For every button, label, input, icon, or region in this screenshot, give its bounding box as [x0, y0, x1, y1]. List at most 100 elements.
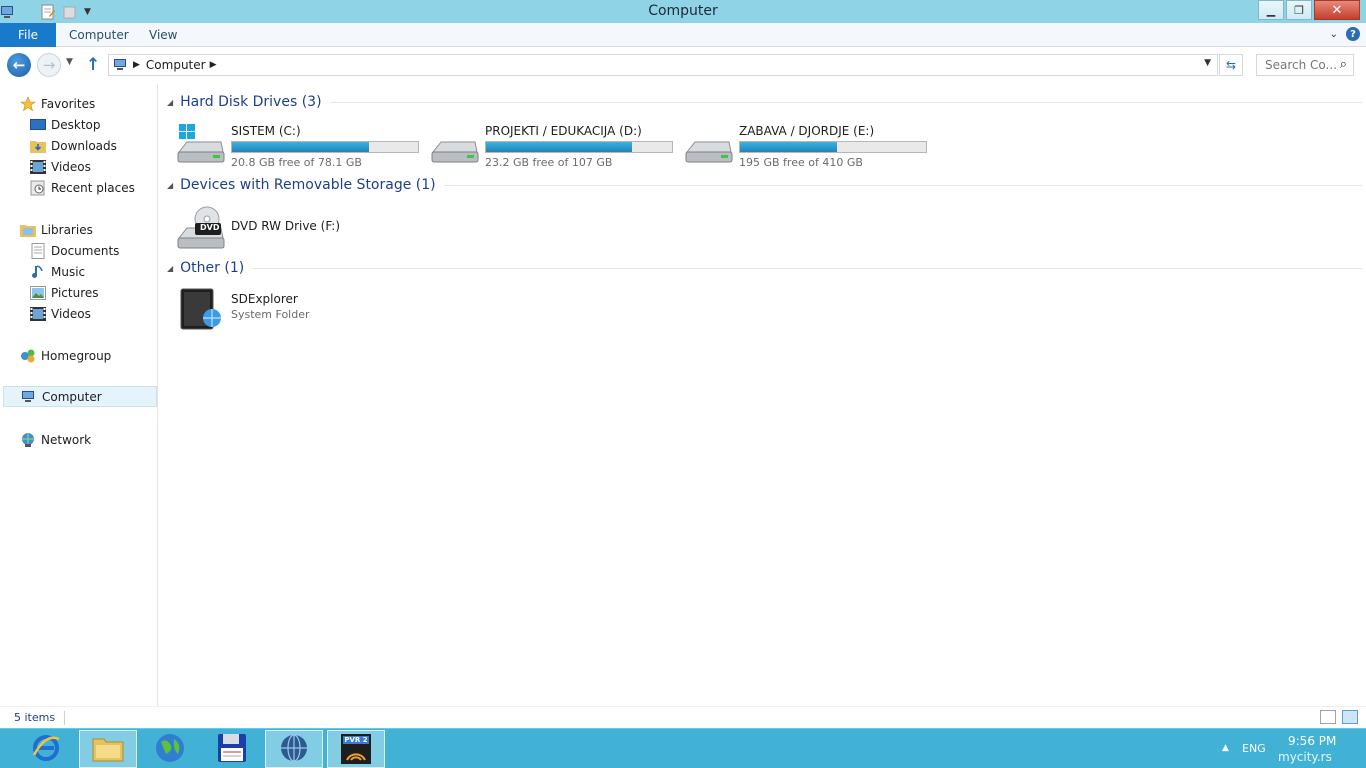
file-explorer-icon: [92, 734, 124, 765]
nav-label: Recent places: [51, 180, 135, 195]
pvr-label: PVR 2: [344, 736, 368, 744]
nav-favorites[interactable]: Favorites: [0, 93, 158, 114]
back-button[interactable]: ←: [7, 53, 31, 77]
search-box[interactable]: Search Co... ⌕: [1256, 54, 1354, 76]
hard-drive-icon: [431, 124, 479, 166]
downloads-folder-icon: [30, 138, 46, 154]
tab-view[interactable]: View: [149, 23, 177, 47]
pvr-icon: PVR 2: [341, 734, 371, 764]
drive-item[interactable]: SISTEM (C:) 20.8 GB free of 78.1 GB: [177, 122, 427, 169]
title-bar: ▼ Computer ▁ ❐ ✕: [0, 0, 1366, 23]
up-button[interactable]: ↑: [86, 55, 100, 75]
network-globe-icon: [279, 733, 309, 766]
nav-label: Videos: [51, 159, 91, 174]
navigation-pane: Favorites Desktop Downloads Videos Recen…: [0, 84, 158, 706]
taskbar-internet-explorer[interactable]: [17, 730, 75, 768]
desktop-icon: [30, 117, 46, 133]
drive-name: ZABAVA / DJORDJE (E:): [739, 124, 875, 138]
drive-item[interactable]: PROJEKTI / EDUKACIJA (D:) 23.2 GB free o…: [431, 122, 681, 169]
nav-label: Desktop: [51, 117, 101, 132]
show-hidden-icons-icon[interactable]: ▲: [1222, 743, 1229, 753]
nav-music[interactable]: Music: [0, 261, 158, 282]
collapse-triangle-icon[interactable]: ◢: [167, 98, 173, 107]
group-other[interactable]: ◢ Other (1): [167, 258, 1362, 278]
folder-type: System Folder: [231, 308, 310, 321]
search-input[interactable]: Search Co...: [1265, 58, 1337, 72]
drive-usage-fill: [740, 142, 838, 152]
window-title: Computer: [648, 3, 718, 19]
clock-time[interactable]: 9:56 PM: [1288, 734, 1336, 748]
details-view-icon[interactable]: [1320, 710, 1336, 724]
nav-homegroup[interactable]: Homegroup: [0, 345, 158, 366]
search-icon[interactable]: ⌕: [1340, 57, 1347, 72]
input-language[interactable]: ENG: [1242, 742, 1266, 755]
internet-explorer-icon: [31, 733, 61, 766]
nav-libraries[interactable]: Libraries: [0, 219, 158, 240]
minimize-icon: ▁: [1266, 3, 1276, 17]
address-history-dropdown-icon[interactable]: ▼: [1204, 58, 1211, 68]
nav-label: Downloads: [51, 138, 117, 153]
collapse-triangle-icon[interactable]: ◢: [167, 264, 173, 273]
documents-icon: [30, 242, 46, 259]
expand-ribbon-icon[interactable]: ⌄: [1330, 29, 1338, 40]
taskbar-pvr-app[interactable]: PVR 2: [327, 730, 385, 768]
computer-icon: [21, 389, 37, 405]
breadcrumb-chevron-icon[interactable]: ▶: [210, 60, 217, 70]
large-icons-view-icon[interactable]: [1342, 710, 1358, 724]
nav-documents[interactable]: Documents: [0, 240, 158, 261]
dvd-drive-item[interactable]: DVD DVD RW Drive (F:): [177, 204, 427, 250]
nav-network[interactable]: Network: [0, 429, 158, 450]
nav-label: Pictures: [51, 285, 99, 300]
close-icon: ✕: [1331, 2, 1343, 18]
computer-icon: [113, 58, 129, 72]
drive-item[interactable]: ZABAVA / DJORDJE (E:) 195 GB free of 410…: [685, 122, 935, 169]
forward-button[interactable]: →: [37, 53, 61, 77]
help-icon[interactable]: ?: [1346, 27, 1360, 41]
minimize-button[interactable]: ▁: [1258, 0, 1284, 20]
taskbar-sdexplorer[interactable]: [265, 730, 323, 768]
status-bar: 5 items: [0, 706, 1366, 728]
item-count: 5 items: [14, 711, 56, 724]
breadcrumb-computer[interactable]: Computer: [146, 58, 206, 72]
refresh-button[interactable]: ⇆: [1219, 54, 1243, 76]
drive-free-space: 23.2 GB free of 107 GB: [485, 156, 613, 169]
system-folder-item[interactable]: SDExplorer System Folder: [177, 286, 427, 332]
nav-label: Documents: [51, 243, 120, 258]
nav-videos-fav[interactable]: Videos: [0, 156, 158, 177]
dvd-badge: DVD: [200, 223, 220, 232]
hard-drive-windows-icon: [177, 124, 225, 166]
nav-label: Network: [41, 432, 92, 447]
taskbar-file-explorer[interactable]: [79, 730, 137, 768]
nav-computer[interactable]: Computer: [3, 386, 157, 407]
breadcrumb-chevron-icon[interactable]: ▶: [133, 60, 140, 70]
content-pane: ◢ Hard Disk Drives (3) SISTEM (C:) 20.8 …: [159, 84, 1366, 706]
nav-label: Favorites: [41, 96, 96, 111]
nav-label: Computer: [42, 389, 102, 404]
group-removable-storage[interactable]: ◢ Devices with Removable Storage (1): [167, 175, 1362, 195]
nav-pictures[interactable]: Pictures: [0, 282, 158, 303]
close-button[interactable]: ✕: [1314, 0, 1360, 20]
group-hard-disk-drives[interactable]: ◢ Hard Disk Drives (3): [167, 92, 1362, 112]
nav-label: Libraries: [41, 222, 93, 237]
collapse-triangle-icon[interactable]: ◢: [167, 181, 173, 190]
drive-name: SISTEM (C:): [231, 124, 301, 138]
drive-name: PROJEKTI / EDUKACIJA (D:): [485, 124, 642, 138]
nav-desktop[interactable]: Desktop: [0, 114, 158, 135]
group-divider: [252, 267, 1362, 269]
floppy-disk-icon: [217, 733, 247, 766]
drive-usage-fill: [232, 142, 369, 152]
restore-button[interactable]: ❐: [1286, 0, 1312, 20]
taskbar-globe-app[interactable]: [141, 730, 199, 768]
address-bar[interactable]: ▶ Computer ▶ ▼: [108, 54, 1218, 76]
group-divider: [443, 184, 1362, 186]
tab-computer[interactable]: Computer: [69, 23, 129, 47]
ribbon-tabs: File Computer View ⌄ ?: [0, 23, 1366, 47]
tab-file[interactable]: File: [0, 23, 56, 47]
up-arrow-icon: ↑: [86, 55, 101, 75]
recent-locations-dropdown-icon[interactable]: ▼: [66, 57, 73, 67]
nav-videos-lib[interactable]: Videos: [0, 303, 158, 324]
taskbar-save-app[interactable]: [203, 730, 261, 768]
watermark-text: mycity.rs: [1278, 750, 1332, 764]
nav-downloads[interactable]: Downloads: [0, 135, 158, 156]
nav-recent-places[interactable]: Recent places: [0, 177, 158, 198]
